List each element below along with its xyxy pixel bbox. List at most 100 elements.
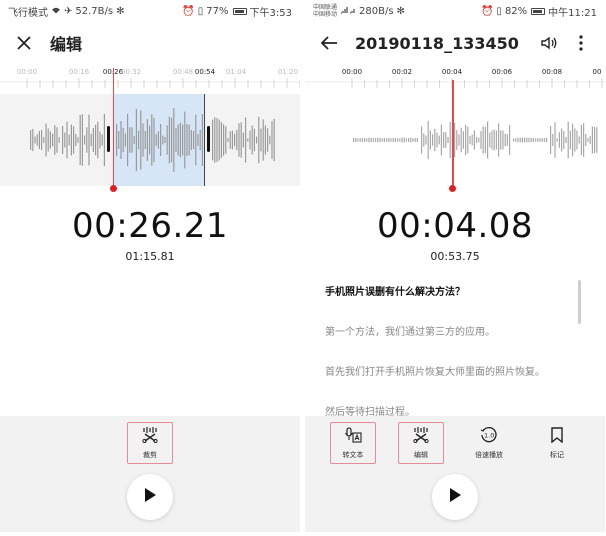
playhead-dot[interactable] [109,185,117,192]
waveform-bar [182,124,184,156]
waveform-bar [530,137,532,143]
play-button[interactable] [127,474,173,520]
waveform-bar [515,138,517,142]
battery-percent: 82% [504,5,528,17]
bluetooth-icon: ✻ [116,5,125,17]
waveform-bar [408,138,410,142]
back-arrow-icon[interactable] [317,31,341,55]
waveform-bar [567,121,569,159]
trim-end-handle[interactable] [207,126,210,152]
trim-start-handle[interactable] [107,126,110,152]
waveform-bar [216,118,218,162]
ruler-ticks [0,78,300,88]
waveform-bar [403,137,405,143]
waveform-bar [201,113,203,167]
waveform-bar [118,131,120,149]
waveform-bar [591,126,593,154]
bookmark-label: 标记 [550,450,564,459]
playhead[interactable] [112,68,114,188]
waveform-bar [171,117,173,163]
waveform-bar [552,133,554,147]
alarm-icon: ⏰ [480,5,494,17]
waveform-bar [229,131,231,149]
playhead[interactable] [452,80,454,188]
waveform-bar [47,128,49,152]
waveform-bar [127,113,129,167]
edit-button[interactable]: 编辑 [398,422,444,464]
waveform-bar [58,137,60,143]
waveform-bar [381,138,383,142]
waveform-bar [421,126,423,154]
playhead-dot[interactable] [449,185,456,192]
waveform-bar [242,132,244,148]
waveform-bar [414,138,416,142]
waveform-bar [467,126,469,154]
bookmark-button[interactable]: 标记 [534,422,580,464]
waveform-bar [521,137,523,143]
waveform-bar [379,137,381,143]
speaker-icon[interactable] [537,31,561,55]
current-time: 00:26.21 [71,206,229,246]
waveform-bar [561,128,563,152]
waveform-bar [399,138,401,142]
waveform-bar [580,125,582,155]
alarm-icon: ⏰ [182,5,195,17]
more-options-icon[interactable] [569,31,593,55]
waveform-bar [478,137,480,143]
waveform-bar [220,122,222,158]
waveform-bar [162,135,164,145]
waveform-bar [535,138,537,142]
waveform-bar [62,126,64,154]
battery-percent: 77% [206,5,229,17]
waveform-bar [576,130,578,150]
waveform-bar [129,127,131,153]
waveform-bar [397,138,399,142]
status-bar: 飞行模式 ✈ 52.7B/s ✻ ⏰ ▯ 77% 下午3:53 [0,0,300,22]
playback-speed-label: 倍速播放 [475,450,503,459]
waveform-bar [509,125,511,155]
signal-icon [340,6,356,17]
transcript-scrollbar[interactable] [578,280,581,324]
vibrate-icon: ▯ [197,5,204,17]
play-button[interactable] [432,474,478,520]
waveform-bar [578,136,580,144]
waveform-bar [260,128,262,152]
waveform-bar [410,137,412,143]
waveform-bar [427,120,429,160]
waveform-bar [41,129,43,151]
waveform-bar [462,131,464,149]
playback-speed-button[interactable]: 1.0 倍速播放 [466,422,512,464]
waveform-bar [90,133,92,147]
waveform-bar [249,130,251,150]
trim-button[interactable]: 裁剪 [127,422,173,464]
waveform-bar [131,127,133,153]
waveform-bar [498,123,500,157]
waveform-bar [173,107,175,173]
waveform-bar [184,111,186,169]
waveform-bar [383,138,385,142]
battery-icon [232,7,247,15]
waveform-bar [49,131,51,149]
waveform-bar [405,138,407,142]
waveform-bar [75,134,77,146]
waveform-bar [267,128,269,152]
waveform-bar [519,137,521,143]
time-ruler: 00:00 00:16 00:26 00:32 00:48 00:54 01:0… [0,66,300,94]
waveform-bar [231,130,233,150]
waveform-bar [45,123,47,157]
waveform-bar [168,116,170,164]
close-icon[interactable] [12,31,36,55]
waveform-bar [447,137,449,143]
waveform-bar [86,127,88,153]
waveform-bar [264,125,266,155]
waveform-bar [223,124,225,156]
page-title: 编辑 [50,35,83,54]
speech-to-text-icon [344,426,362,447]
to-text-button[interactable]: 转文本 [330,422,376,464]
waveform-bar [140,110,142,170]
speed-badge: 1.0 [484,431,494,439]
waveform-bar [587,138,589,142]
waveform-bar [256,136,258,144]
waveform-bar [565,136,567,144]
waveform-bar [133,135,135,145]
